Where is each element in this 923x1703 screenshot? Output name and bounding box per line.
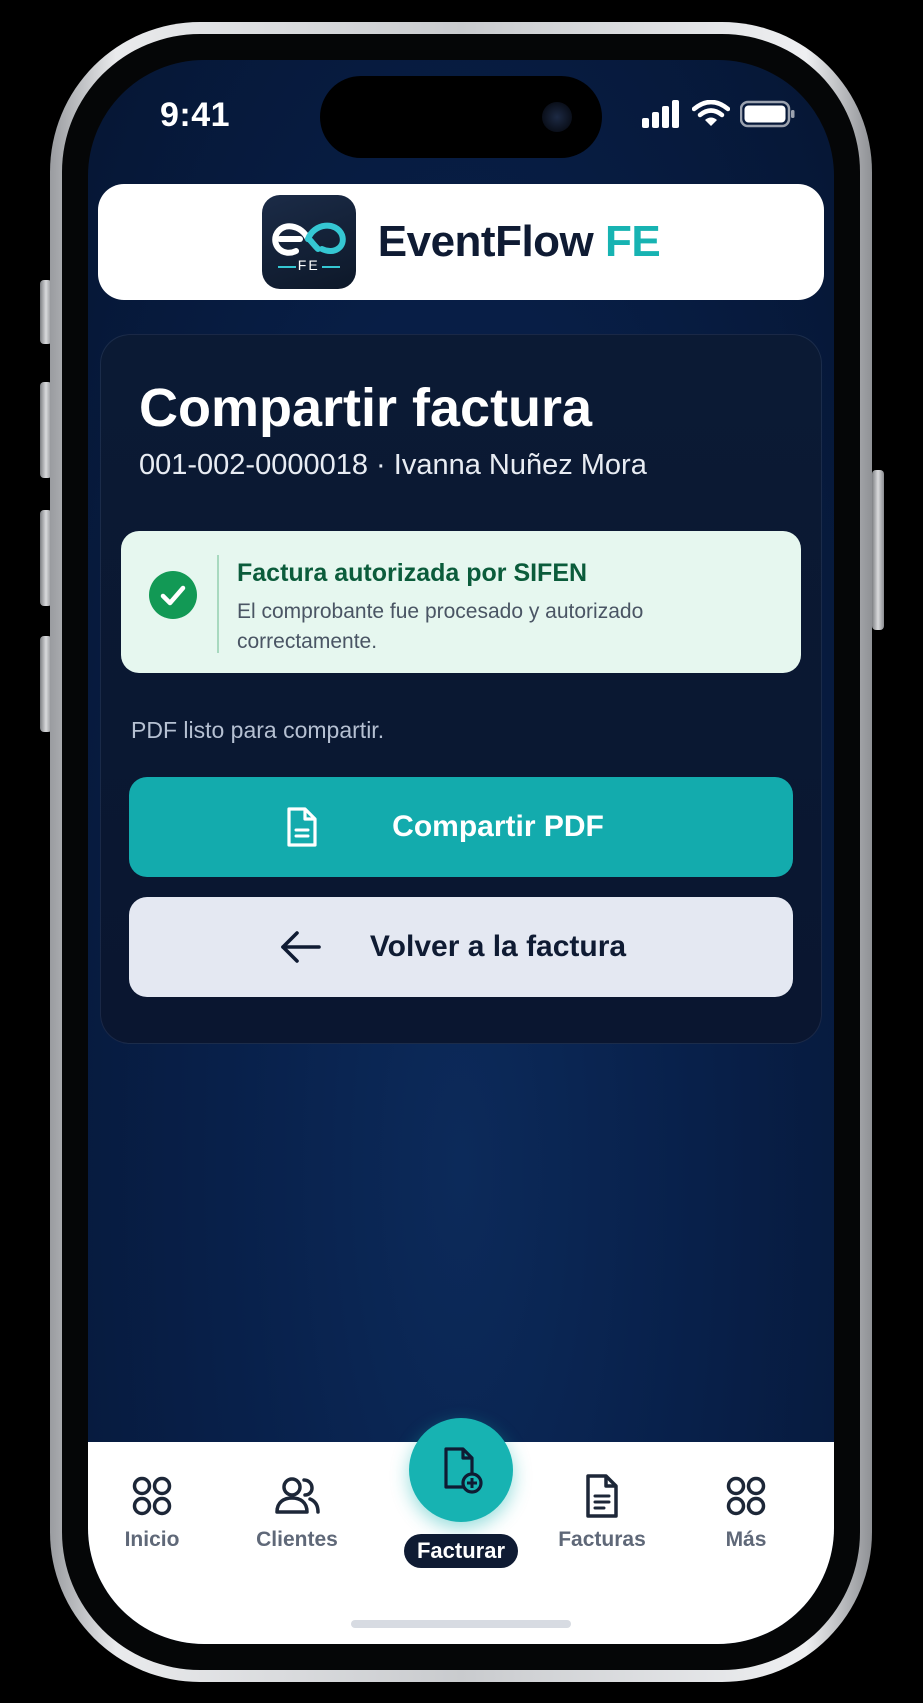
logo-text: FE xyxy=(297,257,320,273)
arrow-left-icon xyxy=(281,931,321,963)
brand-name-main: EventFlow xyxy=(377,217,594,266)
wifi-icon xyxy=(692,100,730,126)
brand-header: FE EventFlow FE xyxy=(98,184,824,300)
back-to-invoice-button[interactable]: Volver a la factura xyxy=(129,897,793,997)
camera-icon xyxy=(542,102,572,132)
document-icon xyxy=(287,807,317,847)
nav-label-clientes: Clientes xyxy=(256,1528,338,1551)
share-pdf-label: Compartir PDF xyxy=(392,810,604,843)
document-icon xyxy=(586,1474,618,1518)
nav-label-mas: Más xyxy=(725,1528,767,1551)
document-add-icon xyxy=(444,1447,483,1494)
grid-icon xyxy=(726,1476,766,1516)
power-button xyxy=(872,470,884,630)
alert-message: El comprobante fue procesado y autorizad… xyxy=(237,600,644,653)
app-logo: FE xyxy=(261,195,356,289)
infinity-logo-icon xyxy=(271,222,346,268)
page-title: Compartir factura xyxy=(139,378,593,438)
check-circle-icon xyxy=(149,571,197,619)
nav-label-inicio: Inicio xyxy=(124,1528,180,1551)
battery-icon xyxy=(740,100,795,128)
signal-icon xyxy=(642,100,679,128)
brand-name-accent: FE xyxy=(605,217,661,266)
dynamic-island xyxy=(320,76,602,158)
share-pdf-button[interactable]: Compartir PDF xyxy=(129,777,793,877)
nav-item-facturas[interactable]: Facturas xyxy=(542,1472,662,1582)
screen: 9:41 FE EventFlow FE Compartir factura 0… xyxy=(88,60,834,1644)
bottom-nav: Inicio Clientes Facturar Facturas Más xyxy=(88,1418,834,1644)
invoice-subtitle: 001-002-0000018 · Ivanna Nuñez Mora xyxy=(139,449,647,481)
nav-label-facturas: Facturas xyxy=(558,1528,646,1551)
users-icon xyxy=(275,1477,320,1514)
success-alert: Factura autorizada por SIFEN El comproba… xyxy=(121,531,801,673)
home-indicator xyxy=(351,1620,571,1628)
brand-name: EventFlow FE xyxy=(378,217,661,267)
nav-item-mas[interactable]: Más xyxy=(686,1472,806,1582)
nav-item-inicio[interactable]: Inicio xyxy=(92,1472,212,1582)
nav-item-clientes[interactable]: Clientes xyxy=(237,1472,357,1582)
alert-title: Factura autorizada por SIFEN xyxy=(237,559,588,587)
back-to-invoice-label: Volver a la factura xyxy=(369,930,627,963)
nav-item-facturar[interactable] xyxy=(409,1418,513,1522)
grid-icon xyxy=(132,1476,172,1516)
share-invoice-card: Compartir factura 001-002-0000018 · Ivan… xyxy=(100,334,822,1044)
nav-label-facturar: Facturar xyxy=(404,1534,518,1568)
status-icons xyxy=(642,100,796,128)
pdf-ready-text: PDF listo para compartir. xyxy=(131,717,385,743)
status-time: 9:41 xyxy=(160,96,231,134)
alert-divider xyxy=(217,555,219,653)
